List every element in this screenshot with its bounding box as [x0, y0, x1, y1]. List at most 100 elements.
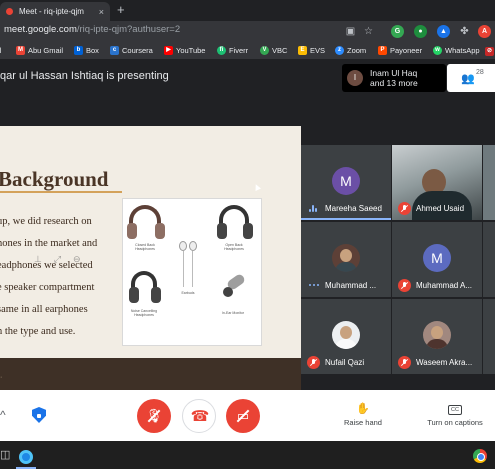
participant-photo	[423, 321, 451, 349]
star-icon[interactable]: ☆	[362, 25, 375, 38]
participant-tile[interactable]: Waseem Akra...	[392, 299, 482, 374]
address-bar[interactable]: meet.google.com/riq-ipte-qjm?authuser=2	[4, 24, 180, 35]
meet-header: qar ul Hassan Ishtiaq is presenting I In…	[0, 60, 495, 96]
earbud-cable	[183, 251, 184, 287]
tab-close-button[interactable]: ×	[99, 7, 104, 17]
extensions-puzzle-icon[interactable]: ✤	[458, 25, 471, 38]
profile-avatar[interactable]: A	[478, 25, 491, 38]
tab-meet[interactable]: Meet - riq-ipte-qjm ×	[0, 2, 110, 21]
presenter-pill[interactable]: I Inam Ul Haq and 13 more	[342, 64, 446, 92]
slide-line: e speaker compartment	[0, 282, 95, 293]
bookmark-overflow-icon[interactable]: ⊘	[485, 47, 494, 56]
box-icon: b	[74, 46, 83, 55]
bookmark-fiverr[interactable]: fi Fiverr	[217, 46, 248, 55]
slide-title-rule	[0, 191, 122, 193]
hand-icon: ✋	[356, 403, 370, 415]
image-label: Open Back Headphones	[224, 243, 244, 251]
browser-tab-strip: Meet - riq-ipte-qjm × +	[0, 0, 495, 21]
bookmark-il[interactable]: il	[0, 46, 1, 55]
speaking-indicator-icon	[309, 205, 317, 212]
mic-off-icon	[398, 202, 411, 215]
participant-tile[interactable]: M Muhammad A...	[392, 222, 482, 297]
bookmark-label: Box	[86, 46, 99, 55]
bookmark-coursera[interactable]: c Coursera	[110, 46, 153, 55]
overlay-pin-icon[interactable]: ⊥	[34, 254, 42, 264]
participant-tile[interactable]: Ahmed Usaid	[392, 145, 482, 220]
slide-line: hones in the market and	[0, 238, 98, 249]
captions-button[interactable]: CC Turn on captions	[415, 402, 495, 427]
participant-tile-partial	[483, 299, 495, 374]
hang-up-icon: ☎	[190, 408, 210, 425]
headphone-cup	[217, 223, 227, 239]
edge-browser-icon[interactable]	[19, 450, 33, 464]
headphone-cup	[129, 287, 139, 303]
participant-avatar: M	[423, 244, 451, 272]
people-icon: 👥	[461, 73, 475, 85]
extension-g-icon[interactable]: G	[391, 25, 404, 38]
camera-permission-icon[interactable]: ▣	[344, 25, 357, 38]
windows-taskbar: ◫	[0, 441, 495, 469]
participant-tile[interactable]: Muhammad ...	[301, 222, 391, 297]
presenter-name: Inam Ul Haq	[370, 68, 418, 78]
participant-tile[interactable]: M Mareeha Saeed	[301, 145, 391, 220]
image-label: Earbuds	[181, 291, 195, 295]
bookmark-payoneer[interactable]: P Payoneer	[378, 46, 422, 55]
earbud-cable	[192, 251, 193, 287]
microphone-toggle-button[interactable]: 🎙	[137, 399, 171, 433]
leave-call-button[interactable]: ☎	[182, 399, 216, 433]
bookmark-box[interactable]: b Box	[74, 46, 99, 55]
in-ear-tip	[223, 287, 233, 297]
bookmark-vbc[interactable]: V VBC	[260, 46, 287, 55]
bookmark-zoom[interactable]: z Zoom	[335, 46, 366, 55]
presentation-stage: Background up, we did research on hones …	[0, 96, 301, 390]
participant-tile-partial	[483, 145, 495, 220]
bookmark-label: WhatsApp	[445, 46, 480, 55]
presentation-overlay-controls: ⊥ ⤢ ⊖	[34, 254, 94, 264]
bookmark-whatsapp[interactable]: w WhatsApp	[433, 46, 480, 55]
bookmark-evs[interactable]: E EVS	[298, 46, 325, 55]
bookmark-youtube[interactable]: ▶ YouTube	[164, 46, 205, 55]
overlay-more-icon[interactable]: ⊖	[73, 254, 81, 264]
slide-line: up, we did research on	[0, 216, 92, 227]
image-label: In-Ear Monitor	[221, 311, 245, 315]
zoom-icon: z	[335, 46, 344, 55]
bookmark-label: Abu Gmail	[28, 46, 64, 55]
headphones-image: Closed Back Headphones Open Back Headpho…	[122, 198, 262, 346]
participant-avatar: M	[332, 167, 360, 195]
captions-badge: CC	[448, 405, 462, 415]
photo-face	[340, 249, 352, 262]
bookmark-label: il	[0, 46, 1, 55]
coursera-icon: c	[110, 46, 119, 55]
presenter-more: and 13 more	[370, 78, 418, 88]
new-tab-button[interactable]: +	[117, 3, 125, 17]
raise-hand-button[interactable]: ✋ Raise hand	[323, 402, 403, 427]
earbud-left	[179, 241, 187, 251]
meeting-controls-bar: ^ 🎙 ☎ ▭ ✋ Raise hand CC Turn on captions	[0, 390, 495, 441]
participant-name: Ahmed Usaid	[416, 204, 465, 213]
participant-name: Nufail Qazi	[325, 358, 365, 367]
presenting-banner: qar ul Hassan Ishtiaq is presenting	[0, 70, 169, 82]
photo-body	[335, 262, 357, 272]
bookmark-label: Coursera	[122, 46, 153, 55]
chrome-browser-icon[interactable]	[473, 449, 487, 463]
screen: Meet - riq-ipte-qjm × + meet.google.com/…	[0, 0, 495, 469]
bookmark-abu-gmail[interactable]: M Abu Gmail	[16, 46, 63, 55]
gmail-icon: M	[16, 46, 25, 55]
more-options-icon[interactable]	[309, 284, 319, 286]
active-speaker-bar	[301, 218, 391, 220]
camera-toggle-button[interactable]: ▭	[226, 399, 260, 433]
extension-blue-icon[interactable]: ▲	[437, 25, 450, 38]
participant-name: Waseem Akra...	[416, 358, 473, 367]
overlay-fullscreen-icon[interactable]: ⤢	[54, 254, 61, 264]
photo-face	[340, 326, 352, 339]
extension-green-icon[interactable]: ●	[414, 25, 427, 38]
url-domain: meet.google.com	[4, 24, 77, 35]
people-button[interactable]: 👥 28	[447, 64, 495, 92]
fiverr-icon: fi	[217, 46, 226, 55]
mic-off-icon	[398, 279, 411, 292]
participant-tile-partial	[483, 222, 495, 297]
participant-photo	[332, 321, 360, 349]
participant-tile[interactable]: Nufail Qazi	[301, 299, 391, 374]
participant-photo	[332, 244, 360, 272]
meeting-details-chevron-icon[interactable]: ^	[0, 408, 6, 422]
